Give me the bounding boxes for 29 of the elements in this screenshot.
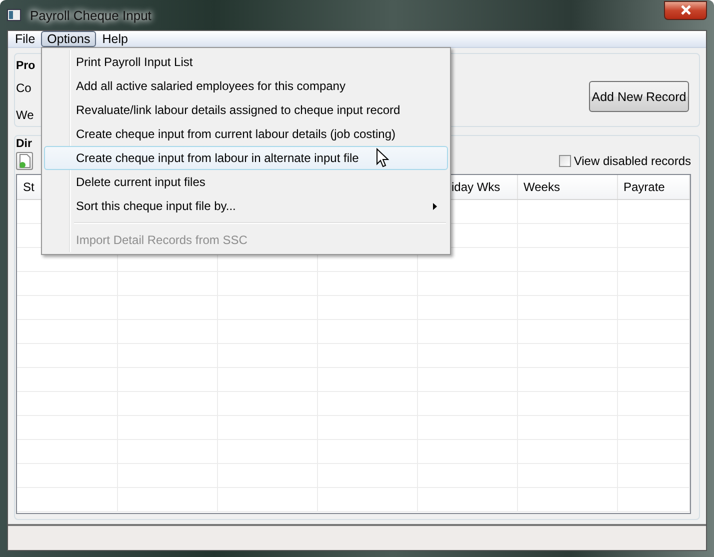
close-icon (680, 5, 692, 15)
panel-title: Pro (16, 59, 36, 74)
menu-item[interactable]: File (9, 31, 42, 47)
menu-item[interactable]: Help (96, 31, 134, 47)
new-record-button[interactable] (16, 152, 33, 170)
menu-item[interactable]: Options (41, 31, 96, 47)
checkbox-label: View disabled records (574, 154, 691, 168)
menu-item[interactable]: Delete current input files (44, 170, 448, 194)
menu-item[interactable]: Revaluate/link labour details assigned to cheque input record (44, 98, 448, 122)
field-label: We (16, 107, 35, 124)
submenu-arrow-icon (433, 202, 437, 210)
column-header: iday Wks (452, 180, 500, 194)
column-header: Weeks (524, 180, 560, 194)
panel-title: Dir (16, 137, 33, 151)
mouse-cursor-icon (376, 148, 389, 168)
field-label: Co (16, 80, 32, 97)
column-header: St (23, 180, 34, 194)
submenu-item[interactable]: Sort this cheque input file by... (44, 194, 448, 218)
app-icon (7, 9, 21, 21)
add-new-record-button[interactable]: Add New Record (589, 81, 689, 112)
menu-item[interactable]: Print Payroll Input List (44, 50, 448, 74)
menu-item[interactable]: Create cheque input from labour in alternate input file (44, 146, 448, 170)
menu-item-label: Sort this cheque input file by... (76, 199, 236, 213)
window-title: Payroll Cheque Input (29, 8, 152, 22)
close-button[interactable] (664, 0, 707, 20)
column-header: Payrate (624, 180, 665, 194)
new-document-icon (18, 154, 30, 168)
menu-item[interactable]: Create cheque input from current labour details (job costing) (44, 122, 448, 146)
menu-item[interactable]: Add all active salaried employees for this company (44, 74, 448, 98)
